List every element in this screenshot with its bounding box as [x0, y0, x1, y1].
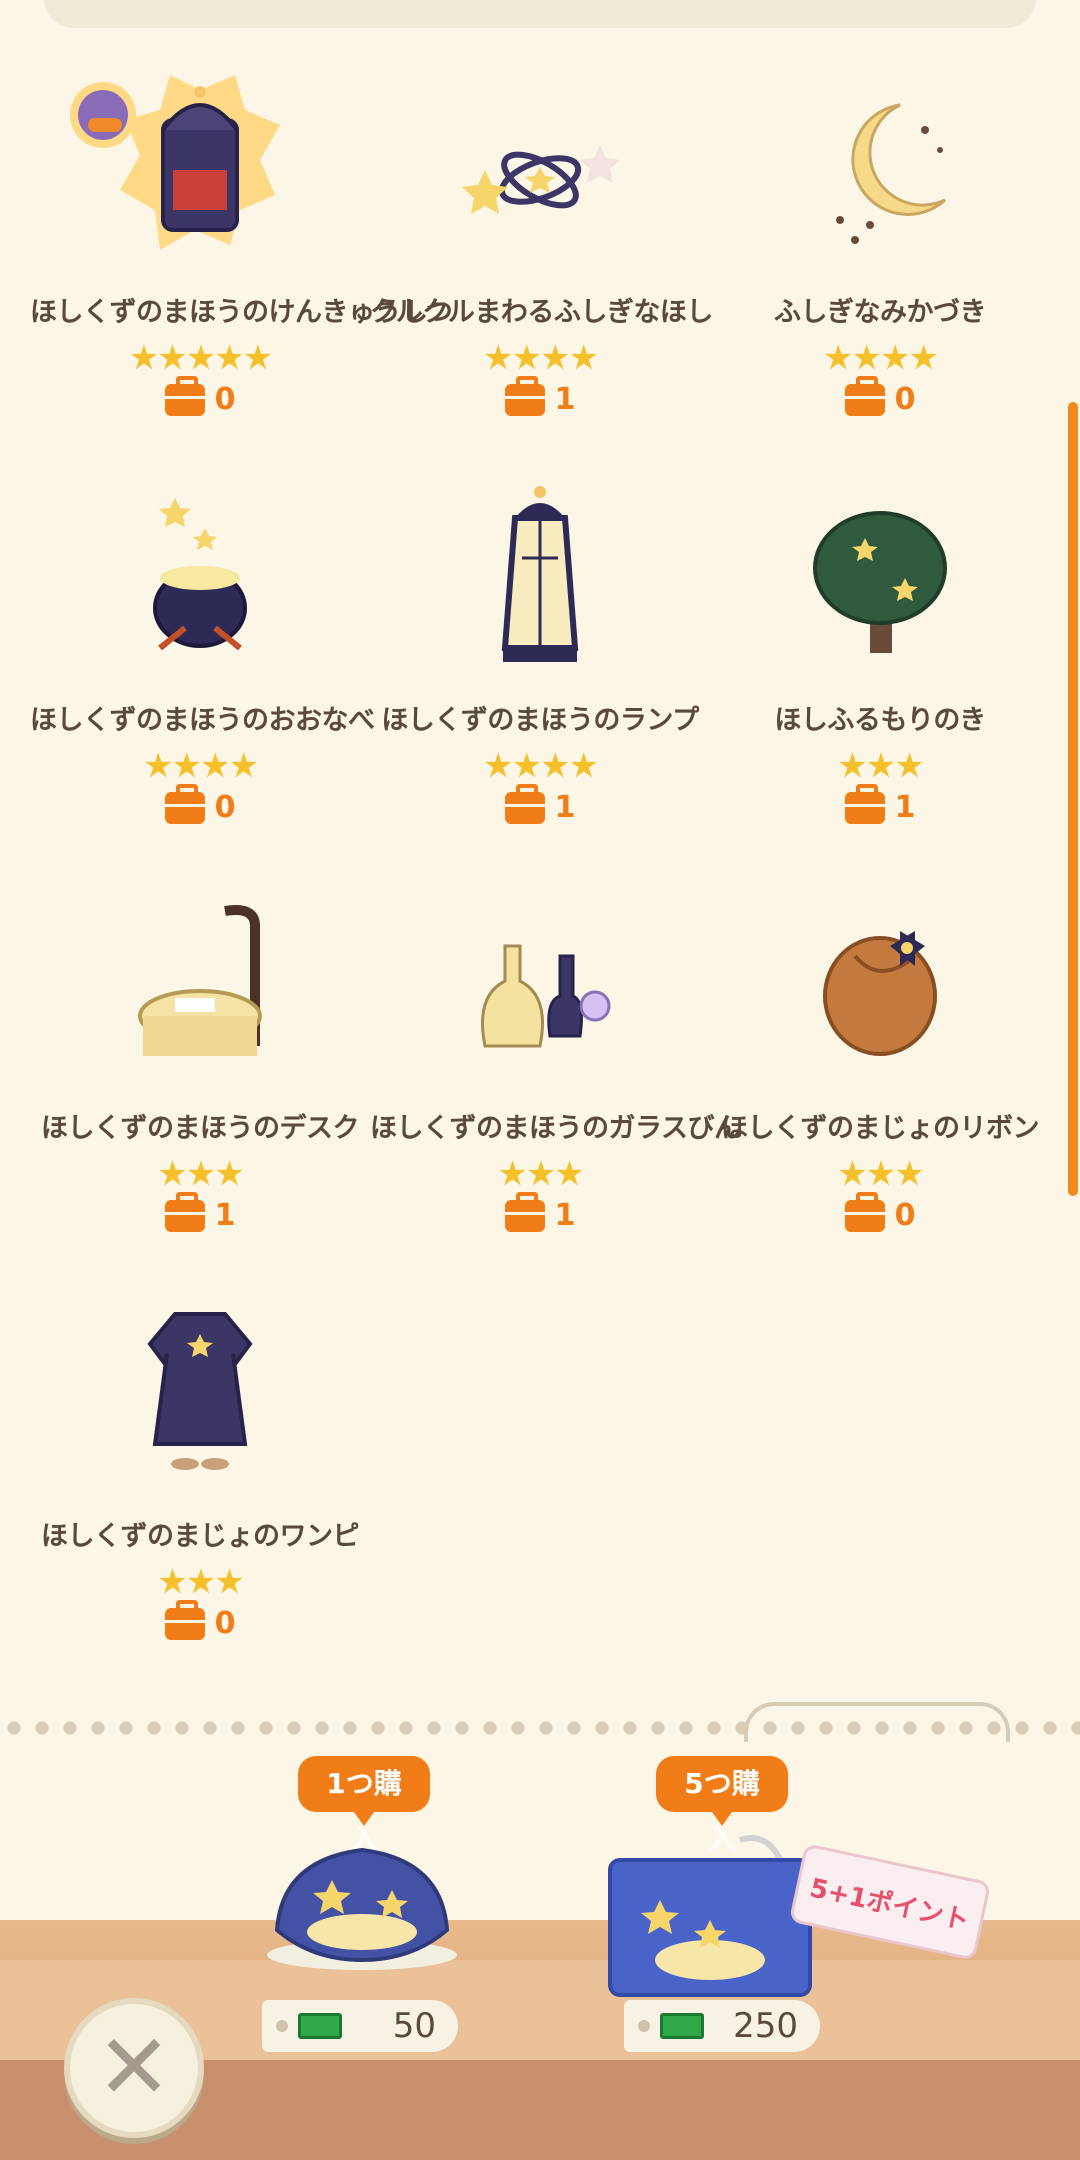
lamp-icon [501, 486, 579, 662]
item-rarity: ★★★ [497, 1154, 584, 1194]
bag-icon [504, 375, 545, 416]
price-tag-five[interactable]: 250 [624, 2000, 820, 2052]
price-single: 50 [392, 2006, 436, 2046]
observatory-icon [120, 75, 280, 250]
close-button[interactable]: ✕ [64, 1998, 204, 2138]
bag-icon [844, 375, 885, 416]
item-name: ほしくずのまほうのデスク [41, 1113, 360, 1144]
item-rarity: ★★★ [837, 746, 924, 786]
close-icon: ✕ [96, 2015, 172, 2120]
glass-bottles-icon [481, 944, 611, 1048]
owned-count: 1 [554, 382, 576, 417]
owned-count: 0 [894, 1198, 916, 1233]
owned-count: 1 [214, 1198, 236, 1233]
dress-icon [147, 1312, 253, 1470]
bag-icon [844, 1191, 885, 1232]
item-name: クルクルまわるふしぎなほし [370, 297, 713, 328]
item-owned: 0 [30, 783, 370, 825]
leaf-ticket-icon [298, 2013, 342, 2039]
desk-icon [138, 905, 262, 1056]
item-owned: 0 [710, 1191, 1050, 1233]
item-owned: 0 [710, 375, 1050, 417]
item-card[interactable]: ほしくずのまじょのリボン ★★★ 0 [710, 886, 1050, 1286]
bag-icon [504, 783, 545, 824]
owned-count: 0 [214, 790, 236, 825]
item-name: ほしくずのまほうのおおなべ [30, 705, 375, 736]
bag-icon [164, 375, 205, 416]
bag-icon [504, 1191, 545, 1232]
spinning-star-icon [462, 145, 620, 214]
bag-icon [844, 783, 885, 824]
item-owned: 0 [30, 375, 370, 417]
item-rarity: ★★★★★ [128, 338, 273, 378]
item-card[interactable]: ほしふるもりのき ★★★ 1 [710, 478, 1050, 878]
item-owned: 0 [30, 1599, 370, 1641]
header-tab [44, 0, 1036, 28]
item-card[interactable]: ほしくずのまほうのランプ ★★★★ 1 [370, 478, 710, 878]
tag-hole [276, 2020, 288, 2032]
item-rarity: ★★★★ [143, 746, 259, 786]
leaf-ticket-icon [660, 2013, 704, 2039]
buy-five-label: 5つ購入 [656, 1756, 788, 1856]
item-rarity: ★★★★ [483, 338, 599, 378]
cookie-single-icon[interactable] [262, 1840, 462, 1970]
item-rarity: ★★★★ [483, 746, 599, 786]
item-name: ほしくずのまほうのガラスびん [370, 1113, 741, 1144]
item-owned: 1 [30, 1191, 370, 1233]
owned-count: 0 [214, 1606, 236, 1641]
item-name: ふしぎなみかづき [774, 297, 987, 328]
crescent-moon-icon [836, 103, 947, 244]
item-card[interactable]: ほしくずのまほうのガラスびん ★★★ 1 [370, 886, 741, 1286]
owned-count: 0 [214, 382, 236, 417]
item-name: ほしくずのまほうのランプ [381, 705, 699, 736]
price-five: 250 [733, 2006, 798, 2046]
item-owned: 1 [710, 783, 1050, 825]
owned-count: 0 [894, 382, 916, 417]
item-card[interactable]: ほしくずのまほうのおおなべ ★★★★ 0 [30, 478, 375, 878]
item-name: ほしくずのまほうのけんきゅうしつ [30, 297, 453, 328]
item-rarity: ★★★ [157, 1562, 244, 1602]
item-card[interactable]: ほしくずのまほうのけんきゅうしつ ★★★★★ 0 [30, 70, 453, 470]
price-tag-single[interactable]: 50 [262, 2000, 458, 2052]
item-card[interactable]: ほしくずのまじょのワンピ ★★★ 0 [30, 1294, 370, 1694]
cauldron-icon [153, 498, 247, 651]
scrollbar[interactable] [1068, 402, 1078, 1196]
buy-one-label: 1つ購入 [298, 1756, 430, 1856]
owned-count: 1 [554, 790, 576, 825]
item-name: ほしくずのまじょのワンピ [41, 1521, 360, 1552]
item-owned: 1 [370, 1191, 710, 1233]
tag-hole [638, 2020, 650, 2032]
item-name: ほしふるもりのき [774, 705, 986, 736]
item-rarity: ★★★ [837, 1154, 924, 1194]
ribbon-hair-icon [823, 931, 937, 1056]
item-card[interactable]: クルクルまわるふしぎなほし ★★★★ 1 [370, 70, 713, 470]
owned-count: 1 [554, 1198, 576, 1233]
bag-icon [164, 1599, 205, 1640]
item-rarity: ★★★★ [823, 338, 939, 378]
bag-icon [164, 783, 205, 824]
bag-icon [164, 1191, 205, 1232]
item-rarity: ★★★ [157, 1154, 244, 1194]
owned-count: 1 [894, 790, 916, 825]
item-owned: 1 [370, 783, 710, 825]
divider-arc [744, 1702, 1010, 1742]
item-card[interactable]: ふしぎなみかづき ★★★★ 0 [710, 70, 1050, 470]
tree-icon [813, 511, 947, 653]
item-card[interactable]: ほしくずのまほうのデスク ★★★ 1 [30, 886, 370, 1286]
villager-avatar [70, 82, 136, 148]
item-name: ほしくずのまじょのリボン [721, 1113, 1040, 1144]
item-owned: 1 [370, 375, 710, 417]
